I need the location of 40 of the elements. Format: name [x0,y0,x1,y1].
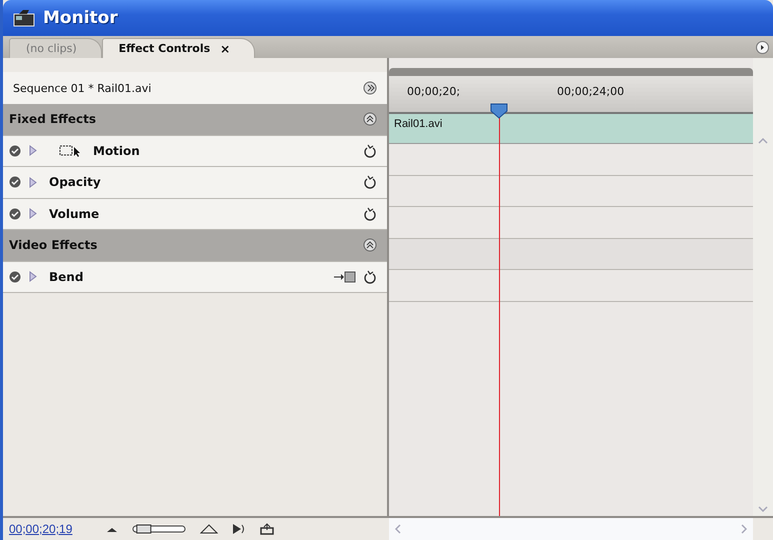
play-audio-icon[interactable] [232,523,246,535]
playhead-marker[interactable] [490,103,508,119]
effect-toggle-icon[interactable] [9,270,21,283]
reset-icon[interactable] [364,270,377,284]
effect-toggle-icon[interactable] [9,208,21,220]
expand-triangle-icon[interactable] [29,271,37,282]
expand-triangle-icon[interactable] [29,208,37,220]
collapse-icon[interactable] [363,112,377,126]
section-title: Video Effects [9,238,98,252]
current-timecode[interactable]: 00;00;20;19 [9,522,72,536]
panel-menu-icon[interactable] [756,41,769,54]
effect-name: Volume [49,206,100,221]
zoom-slider[interactable] [132,524,186,534]
export-icon[interactable] [260,523,274,535]
monitor-app-icon [13,9,35,27]
effect-name: Bend [49,270,84,284]
window-title: Monitor [43,8,118,28]
ruler-time-label: 00;00;20; [407,84,462,98]
expand-triangle-icon[interactable] [29,176,37,188]
transform-box-icon [59,144,81,158]
reset-icon[interactable] [364,175,377,190]
show-timeline-icon[interactable] [363,81,377,95]
zoom-in-icon[interactable] [200,524,218,534]
reset-icon[interactable] [364,206,377,221]
zoom-out-icon[interactable] [106,525,118,533]
effect-name: Opacity [49,175,102,190]
sequence-clip-label: Sequence 01 * Rail01.avi [13,82,152,94]
section-title: Fixed Effects [9,112,98,126]
effect-toggle-icon[interactable] [9,144,21,157]
time-ruler[interactable]: 00;00;20; 00;00;24;00 [389,68,753,114]
ruler-time-label: 00;00;24;00 [557,84,624,98]
keyframe-arrow-icon[interactable] [334,270,356,283]
expand-triangle-icon[interactable] [29,145,37,156]
panel-tab[interactable]: Effect Controls × [102,38,256,58]
collapse-icon[interactable] [363,238,377,252]
reset-icon[interactable] [364,144,377,158]
effect-name: Motion [93,144,141,158]
effect-toggle-icon[interactable] [9,176,21,188]
close-tab-button[interactable]: × [220,42,230,56]
clip-name: Rail01.avi [394,118,442,130]
